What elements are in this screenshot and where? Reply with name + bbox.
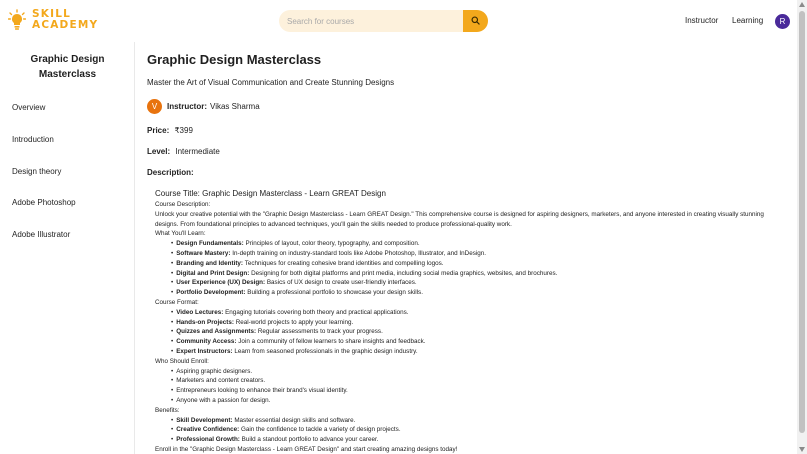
list-item-term: Digital and Print Design: [176,269,250,277]
list-item-text: Real-world projects to apply your learni… [235,318,354,326]
list-item: Creative Confidence: Gain the confidence… [171,425,785,435]
learn-list: Design Fundamentals: Principles of layou… [171,239,785,298]
scroll-up-arrow-icon[interactable] [799,2,805,7]
price-label: Price: [147,126,170,135]
list-item: Portfolio Development: Building a profes… [171,288,785,298]
lightbulb-icon [7,9,27,31]
benefits-label: Benefits: [155,406,180,414]
list-item-term: Skill Development: [176,416,233,424]
page-scrollbar[interactable] [797,0,807,454]
list-item-text: Designing for both digital platforms and… [251,269,558,277]
skill-academy-logo[interactable]: SKILL ACADEMY [7,9,98,31]
description-label: Description: [147,168,194,177]
sidebar-item-introduction[interactable]: Introduction [12,135,54,144]
instructor-label: Instructor: [167,102,207,111]
list-item: Skill Development: Master essential desi… [171,416,785,426]
user-avatar[interactable]: R [775,14,790,29]
course-description: Course Title: Graphic Design Masterclass… [155,188,785,454]
search-input[interactable] [279,10,464,32]
brand-name: SKILL ACADEMY [32,9,98,31]
list-item-term: Community Access: [176,338,237,346]
list-item: User Experience (UX) Design: Basics of U… [171,278,785,288]
list-item-term: Design Fundamentals: [176,240,244,248]
format-label: Course Format: [155,298,199,306]
list-item: Software Mastery: In-depth training on i… [171,249,785,259]
list-item: Hands-on Projects: Real-world projects t… [171,318,785,328]
list-item: Quizzes and Assignments: Regular assessm… [171,327,785,337]
list-item-term: Portfolio Development: [176,289,246,297]
list-item-text: Principles of layout, color theory, typo… [245,240,420,248]
list-item-text: Basics of UX design to create user-frien… [266,279,417,287]
list-item-text: In-depth training on industry-standard t… [232,249,487,257]
nav-instructor-link[interactable]: Instructor [685,16,718,25]
list-item: Digital and Print Design: Designing for … [171,269,785,279]
list-item-term: Quizzes and Assignments: [176,328,257,336]
brand-line-2: ACADEMY [32,19,99,31]
nav-learning-link[interactable]: Learning [732,16,763,25]
list-item: Aspiring graphic designers. [171,367,785,377]
sidebar-item-adobe-illustrator[interactable]: Adobe Illustrator [12,230,70,239]
instructor-name: Vikas Sharma [210,102,260,111]
list-item-term: Hands-on Projects: [176,318,234,326]
list-item: Marketers and content creators. [171,376,785,386]
benefits-list: Skill Development: Master essential desi… [171,416,785,445]
list-item-term: Creative Confidence: [176,426,240,434]
list-item-text: Join a community of fellow learners to s… [238,338,426,346]
search-bar [279,10,488,32]
list-item: Expert Instructors: Learn from seasoned … [171,347,785,357]
sidebar-item-design-theory[interactable]: Design theory [12,167,61,176]
list-item-text: Building a professional portfolio to sho… [247,289,423,297]
format-list: Video Lectures: Engaging tutorials cover… [171,308,785,357]
level-label: Level: [147,147,171,156]
sidebar-item-adobe-photoshop[interactable]: Adobe Photoshop [12,198,76,207]
level-value: Intermediate [175,147,220,156]
instructor-avatar: V [147,99,162,114]
list-item-term: Branding and Identity: [176,259,244,267]
sidebar-course-title: Graphic Design Masterclass [30,54,105,80]
search-button[interactable] [463,10,488,32]
list-item: Community Access: Join a community of fe… [171,337,785,347]
list-item-text: Engaging tutorials covering both theory … [225,308,409,316]
list-item-term: Video Lectures: [176,308,224,316]
level-field: Level: Intermediate [147,147,220,156]
page-title: Graphic Design Masterclass [147,52,322,67]
list-item-term: User Experience (UX) Design: [176,279,266,287]
description-title: Course Title: Graphic Design Masterclass… [155,189,386,198]
instructor-row: V Instructor: Vikas Sharma [147,99,260,114]
course-subtitle: Master the Art of Visual Communication a… [147,78,395,87]
list-item-term: Software Mastery: [176,249,231,257]
scrollbar-thumb[interactable] [799,11,805,433]
description-intro: Unlock your creative potential with the … [155,210,764,228]
list-item: Branding and Identity: Techniques for cr… [171,259,785,269]
learn-label: What You'll Learn: [155,230,206,238]
search-icon [471,12,480,30]
enroll-list: Aspiring graphic designers. Marketers an… [171,367,785,406]
list-item-term: Professional Growth: [176,436,240,444]
description-heading: Description: [147,168,197,177]
list-item-term: Expert Instructors: [176,347,233,355]
closing-text: Enroll in the "Graphic Design Masterclas… [155,445,458,453]
sidebar-item-overview[interactable]: Overview [12,103,45,112]
price-field: Price: ₹399 [147,126,193,135]
list-item-text: Master essential design skills and softw… [234,416,356,424]
list-item-text: Learn from seasoned professionals in the… [234,347,418,355]
list-item: Design Fundamentals: Principles of layou… [171,239,785,249]
list-item: Professional Growth: Build a standout po… [171,435,785,445]
course-sidebar: Graphic Design Masterclass Overview Intr… [0,42,135,454]
top-header: SKILL ACADEMY Instructor Learning R [0,0,797,42]
list-item-text: Techniques for creating cohesive brand i… [244,259,444,267]
scroll-down-arrow-icon[interactable] [799,447,805,452]
enroll-label: Who Should Enroll: [155,357,209,365]
list-item-text: Regular assessments to track your progre… [257,328,383,336]
list-item-text: Build a standout portfolio to advance yo… [241,436,379,444]
list-item: Video Lectures: Engaging tutorials cover… [171,308,785,318]
list-item-text: Gain the confidence to tackle a variety … [240,426,401,434]
list-item: Entrepreneurs looking to enhance their b… [171,386,785,396]
course-description-label: Course Description: [155,201,211,208]
list-item: Anyone with a passion for design. [171,396,785,406]
price-value: ₹399 [174,126,193,135]
